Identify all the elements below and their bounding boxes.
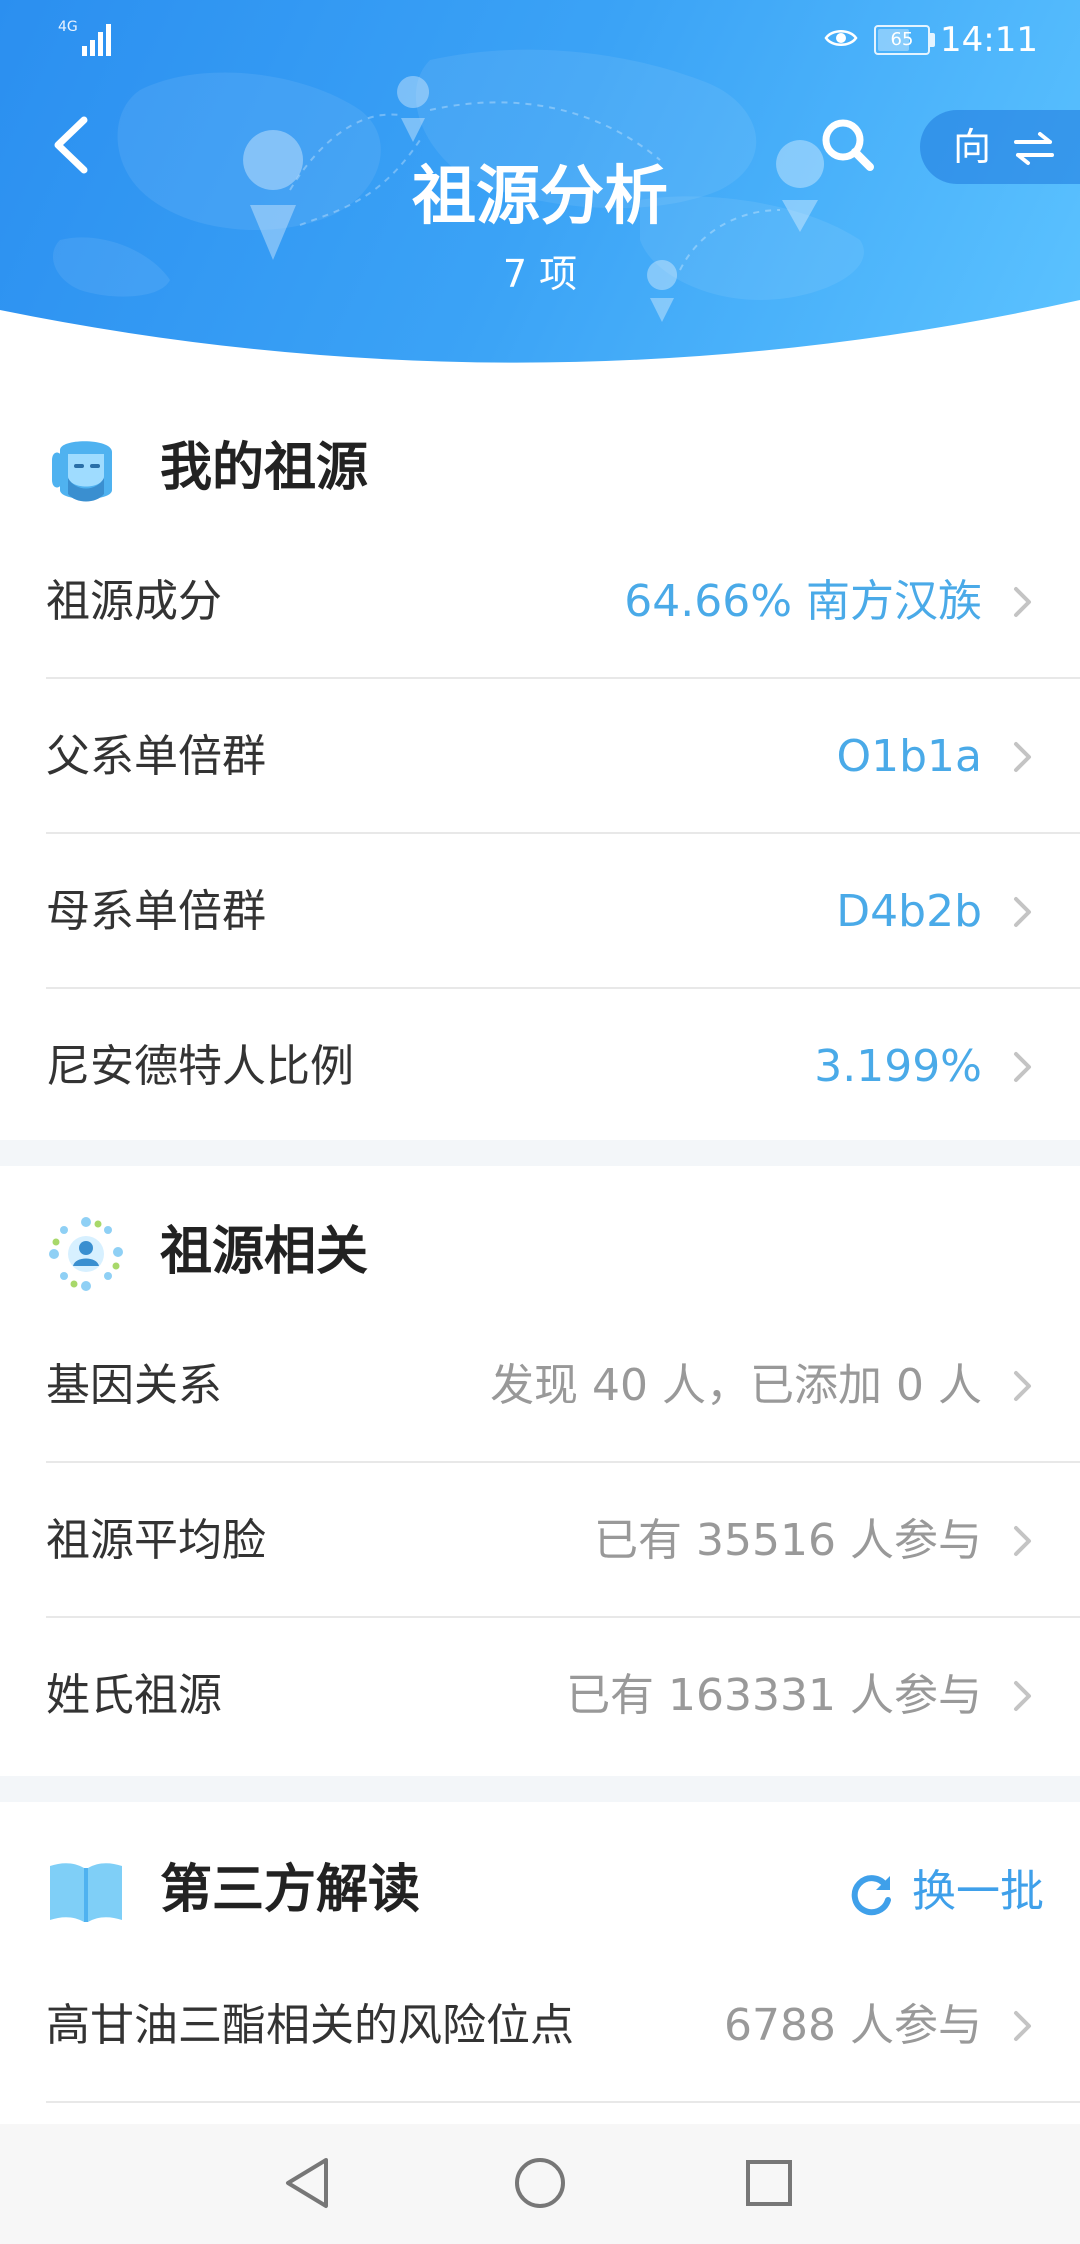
row-value: 6788 人参与 <box>724 2000 982 2051</box>
list-item[interactable]: 父系单倍群 O1b1a <box>46 679 1080 834</box>
battery-indicator: 65 <box>874 25 930 55</box>
row-value: 已有 35516 人参与 <box>594 1515 982 1566</box>
row-label: 祖源成分 <box>46 576 222 627</box>
list-item[interactable]: 祖源平均脸 已有 35516 人参与 <box>46 1463 1080 1618</box>
chevron-right-icon <box>1014 897 1031 927</box>
circle-home-icon[interactable] <box>507 2150 573 2216</box>
row-value: O1b1a <box>836 731 982 782</box>
clock: 14:11 <box>940 20 1038 60</box>
row-label: 尼安德特人比例 <box>46 1041 354 1092</box>
chevron-right-icon <box>1014 1371 1031 1401</box>
row-value: 已有 163331 人参与 <box>566 1670 982 1721</box>
ancestry-related-section: 祖源相关 基因关系 发现 40 人，已添加 0 人 祖源平均脸 已有 35516… <box>0 1166 1080 1776</box>
row-label: 高甘油三酯相关的风险位点 <box>46 2000 574 2051</box>
section-header: 第三方解读 换一批 <box>46 1844 1046 1934</box>
list-item[interactable]: 祖源成分 64.66% 南方汉族 <box>46 524 1080 679</box>
chevron-right-icon <box>1014 742 1031 772</box>
switch-button[interactable]: 向 <box>920 110 1080 184</box>
row-label: 父系单倍群 <box>46 731 266 782</box>
list-item[interactable]: 母系单倍群 D4b2b <box>46 834 1080 989</box>
row-value: D4b2b <box>836 886 982 937</box>
search-icon[interactable] <box>818 115 878 175</box>
section-header: 祖源相关 <box>46 1206 1046 1296</box>
section-gap <box>0 1140 1080 1166</box>
refresh-button[interactable]: 换一批 <box>850 1860 1046 1920</box>
header: 4G 65 14:11 祖源分析 7 项 向 <box>0 0 1080 380</box>
divider <box>46 2101 1080 2103</box>
list-item[interactable]: 基因关系 发现 40 人，已添加 0 人 <box>46 1308 1080 1463</box>
page-title: 祖源分析 <box>412 160 668 234</box>
row-label: 姓氏祖源 <box>46 1670 222 1721</box>
battery-tip <box>930 33 935 47</box>
row-label: 母系单倍群 <box>46 886 266 937</box>
row-value: 发现 40 人，已添加 0 人 <box>490 1360 982 1411</box>
section-title: 祖源相关 <box>160 1222 369 1282</box>
row-label: 基因关系 <box>46 1360 222 1411</box>
square-recents-icon[interactable] <box>736 2150 802 2216</box>
chevron-right-icon <box>1014 1052 1031 1082</box>
triangle-back-icon[interactable] <box>276 2150 342 2216</box>
my-ancestry-section: 我的祖源 祖源成分 64.66% 南方汉族 父系单倍群 O1b1a 母系单倍群 … <box>0 380 1080 1140</box>
header-curve <box>0 300 1080 380</box>
avatar-face-icon <box>52 441 112 502</box>
status-bar: 4G 65 14:11 <box>0 0 1080 80</box>
section-gap <box>0 1776 1080 1802</box>
list-item[interactable]: 高甘油三酯相关的风险位点 6788 人参与 <box>46 1948 1080 2103</box>
switch-label: 向 <box>953 125 992 169</box>
system-nav-bar <box>0 2124 1080 2244</box>
list-item[interactable]: 姓氏祖源 已有 163331 人参与 <box>46 1618 1080 1773</box>
page-subtitle: 7 项 <box>502 252 578 296</box>
chevron-right-icon <box>1014 1526 1031 1556</box>
open-book-icon <box>50 1863 122 1922</box>
refresh-icon <box>851 1875 891 1916</box>
chevron-right-icon <box>1014 587 1031 617</box>
signal-icon <box>82 24 111 56</box>
list-item[interactable]: 尼安德特人比例 3.199% <box>46 989 1080 1144</box>
swap-arrows-icon <box>1014 132 1054 165</box>
section-title: 第三方解读 <box>160 1860 421 1920</box>
chevron-right-icon <box>1014 1681 1031 1711</box>
eye-comfort-icon <box>824 30 858 46</box>
row-label: 祖源平均脸 <box>46 1515 266 1566</box>
refresh-label: 换一批 <box>912 1866 1044 1917</box>
battery-level: 65 <box>890 29 914 50</box>
third-party-section: 第三方解读 换一批 高甘油三酯相关的风险位点 6788 人参与 <box>0 1802 1080 2124</box>
section-title: 我的祖源 <box>160 438 369 498</box>
row-value: 3.199% <box>814 1041 982 1092</box>
row-value: 64.66% 南方汉族 <box>624 576 982 627</box>
people-network-icon <box>49 1217 123 1291</box>
section-header: 我的祖源 <box>46 422 1046 512</box>
chevron-right-icon <box>1014 2011 1031 2041</box>
